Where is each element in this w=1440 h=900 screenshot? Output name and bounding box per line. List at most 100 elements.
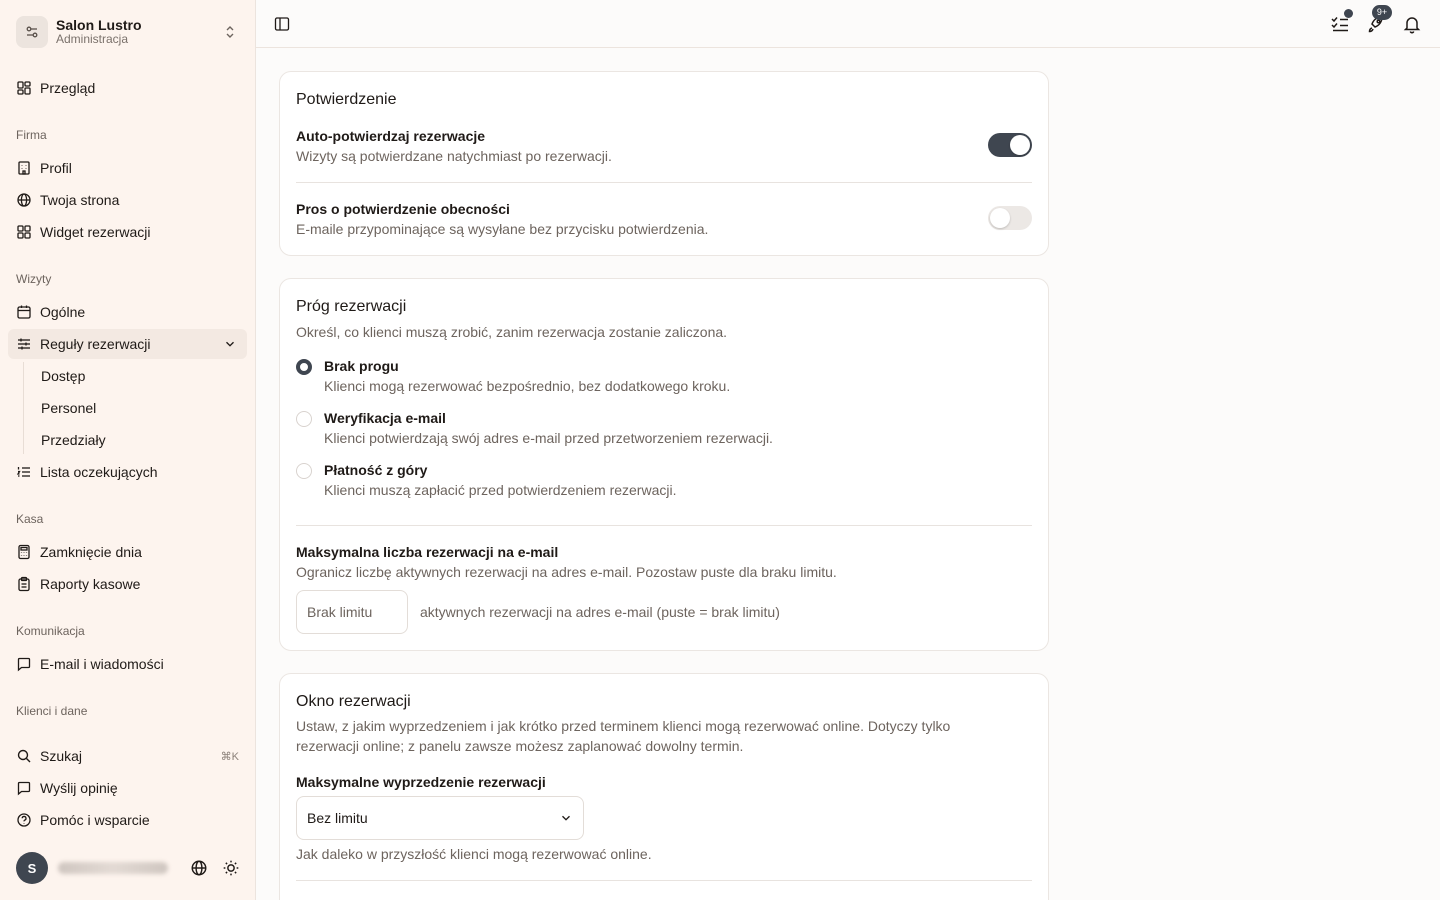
max-bookings-desc: Ogranicz liczbę aktywnych rezerwacji na … [296, 564, 837, 580]
radio-no-threshold[interactable] [296, 359, 312, 375]
card-title: Próg rezerwacji [296, 298, 407, 315]
sidebar-item-label: Twoja strona [40, 192, 120, 208]
sidebar-toggle-icon[interactable] [274, 16, 290, 32]
auto-confirm-toggle[interactable] [988, 133, 1032, 157]
max-bookings-hint: aktywnych rezerwacji na adres e-mail (pu… [420, 604, 780, 620]
avatar[interactable]: S [16, 852, 48, 884]
card-description: Ustaw, z jakim wyprzedzeniem i jak krótk… [296, 718, 951, 754]
radio-description: Klienci potwierdzają swój adres e-mail p… [324, 430, 773, 446]
section-label-communication: Komunikacja [16, 624, 85, 638]
card-description: Określ, co klienci muszą zrobić, zanim r… [296, 324, 728, 340]
presence-confirm-toggle[interactable] [988, 206, 1032, 230]
submenu-guide-line [23, 362, 24, 454]
brand-subtitle: Administracja [56, 32, 129, 47]
sidebar-item-feedback[interactable]: Wyślij opinię [8, 773, 247, 803]
brand-name: Salon Lustro [56, 17, 142, 34]
max-advance-select[interactable]: Bez limitu [296, 796, 584, 840]
user-email: ▒▒▒▒▒ ▒▒▒▒▒▒▒▒ [58, 862, 168, 874]
sidebar-item-overview[interactable]: Przegląd [8, 73, 247, 103]
main-content: 9+ Potwierdzenie Auto-potwierdzaj rezerw… [256, 0, 1440, 900]
max-advance-label: Maksymalne wyprzedzenie rezerwacji [296, 774, 546, 790]
announcements-button[interactable]: 9+ [1366, 5, 1392, 34]
sidebar-item-label: Ogólne [40, 304, 86, 320]
select-value: Bez limitu [307, 810, 368, 826]
sidebar-item-profile[interactable]: Profil [8, 153, 247, 183]
list-ordered-icon [16, 467, 30, 477]
sidebar-item-general[interactable]: Ogólne [8, 297, 247, 327]
workspace-switcher[interactable]: Salon Lustro Administracja [16, 14, 244, 50]
booking-window-card: Okno rezerwacji Ustaw, z jakim wyprzedze… [279, 673, 1049, 900]
radio-description: Klienci muszą zapłacić przed potwierdzen… [324, 482, 677, 498]
sidebar-item-label: Zamknięcie dnia [40, 544, 142, 560]
count-badge: 9+ [1372, 5, 1392, 20]
sidebar-subitem-staff[interactable]: Personel [33, 394, 233, 422]
presence-confirm-desc: E-maile przypominające są wysyłane bez p… [296, 221, 709, 237]
calendar-icon [17, 305, 31, 319]
section-label-visits: Wizyty [16, 272, 52, 286]
section-label-cash: Kasa [16, 512, 44, 526]
sidebar-item-label: E-mail i wiadomości [40, 656, 164, 672]
sun-icon[interactable] [222, 859, 240, 877]
sidebar-item-label: Pomóc i wsparcie [40, 812, 150, 828]
chevrons-up-down-icon [226, 26, 234, 38]
divider [296, 182, 1032, 183]
user-menu[interactable]: S ▒▒▒▒▒ ▒▒▒▒▒▒▒▒ [16, 852, 244, 884]
sidebar-item-email-messages[interactable]: E-mail i wiadomości [8, 649, 247, 679]
help-circle-icon [17, 813, 31, 827]
max-bookings-label: Maksymalna liczba rezerwacji na e-mail [296, 544, 559, 560]
sidebar-item-cash-reports[interactable]: Raporty kasowe [8, 569, 247, 599]
sidebar-subitem-intervals[interactable]: Przedziały [33, 426, 233, 454]
tasks-button[interactable] [1330, 9, 1353, 34]
presence-confirm-label: Pros o potwierdzenie obecności [296, 201, 510, 217]
grid-icon [17, 225, 31, 239]
section-label-clients: Klienci i dane [16, 704, 88, 718]
settings-sliders-icon [16, 16, 48, 48]
globe-icon[interactable] [190, 859, 208, 877]
divider [296, 880, 1032, 881]
chevron-down-icon [226, 341, 234, 347]
chevron-down-icon [562, 815, 570, 821]
globe-icon [17, 193, 31, 207]
sidebar-subitem-access[interactable]: Dostęp [33, 362, 233, 390]
sidebar-item-label: Szukaj [40, 748, 83, 764]
search-shortcut: ⌘K [220, 750, 239, 763]
radio-label: Płatność z góry [324, 462, 428, 478]
toggle-knob [1010, 135, 1030, 155]
bell-icon [1403, 17, 1421, 34]
sidebar-item-label: Wyślij opinię [40, 780, 118, 796]
max-bookings-input[interactable] [296, 590, 408, 634]
card-title: Okno rezerwacji [296, 693, 411, 710]
sidebar-item-day-close[interactable]: Zamknięcie dnia [8, 537, 247, 567]
sidebar-item-waitlist[interactable]: Lista oczekujących [8, 457, 247, 487]
sidebar-item-label: Przegląd [40, 80, 96, 96]
clipboard-icon [18, 576, 30, 592]
sidebar-item-search[interactable]: Szukaj ⌘K [8, 741, 247, 771]
message-square-icon [17, 781, 31, 796]
sidebar-item-widget[interactable]: Widget rezerwacji [8, 217, 247, 247]
sidebar-item-website[interactable]: Twoja strona [8, 185, 247, 215]
sidebar-item-label: Widget rezerwacji [40, 224, 151, 240]
building-icon [18, 161, 30, 175]
toggle-knob [990, 208, 1010, 228]
sliders-icon [18, 338, 30, 350]
sidebar-item-booking-rules[interactable]: Reguły rezerwacji [8, 329, 247, 359]
sidebar: Salon Lustro Administracja Przegląd Firm… [0, 0, 256, 900]
radio-label: Brak progu [324, 358, 399, 374]
sidebar-item-label: Lista oczekujących [40, 464, 158, 480]
message-square-icon [17, 657, 31, 672]
radio-description: Klienci mogą rezerwować bezpośrednio, be… [324, 378, 731, 394]
notifications-button[interactable] [1402, 14, 1422, 34]
radio-label: Weryfikacja e-mail [324, 410, 446, 426]
booking-threshold-card: Próg rezerwacji Określ, co klienci muszą… [279, 278, 1049, 651]
max-advance-hint: Jak daleko w przyszłość klienci mogą rez… [296, 846, 652, 862]
card-title: Potwierdzenie [296, 91, 397, 108]
radio-email-verification[interactable] [296, 411, 312, 427]
sidebar-item-label: Reguły rezerwacji [40, 336, 151, 352]
notification-dot [1344, 9, 1353, 18]
dashboard-icon [17, 81, 31, 95]
search-icon [17, 749, 31, 763]
sidebar-item-help[interactable]: Pomóc i wsparcie [8, 805, 247, 835]
auto-confirm-desc: Wizyty są potwierdzane natychmiast po re… [296, 148, 612, 164]
radio-upfront-payment[interactable] [296, 463, 312, 479]
sidebar-item-label: Raporty kasowe [40, 576, 141, 592]
